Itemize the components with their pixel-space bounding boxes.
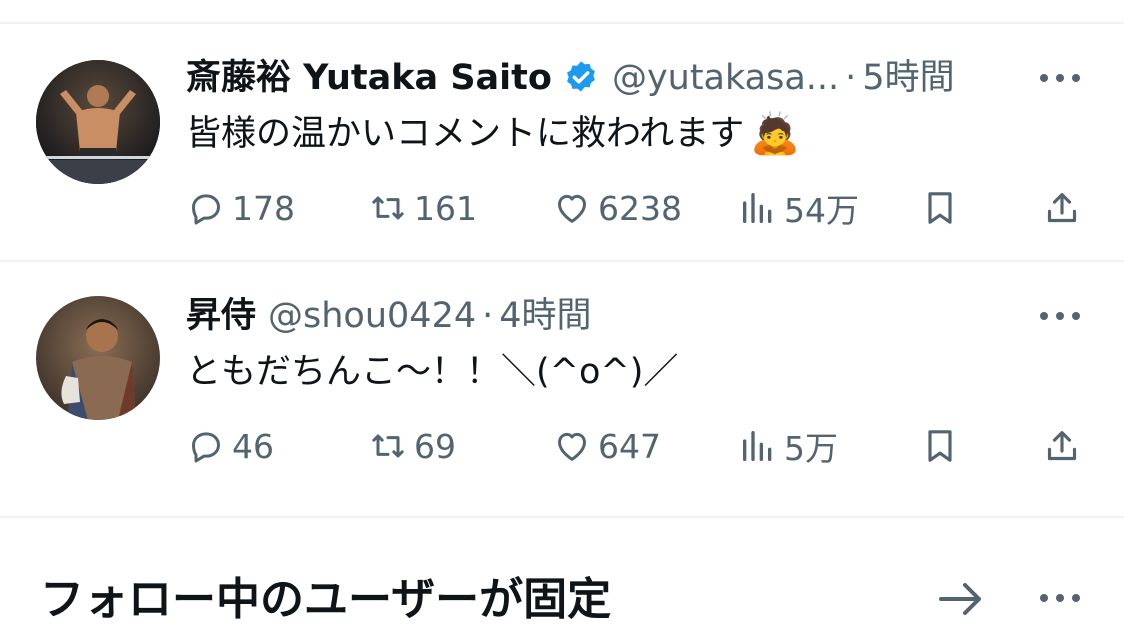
retweet-count: 69 (414, 426, 456, 466)
section-divider (0, 516, 1124, 518)
reply-icon (192, 194, 220, 225)
tweet-text: 皆様の温かいコメントに救われます 🙇 (186, 110, 800, 158)
timestamp[interactable]: 5時間 (862, 54, 954, 102)
verified-badge-icon (562, 59, 600, 97)
reply-count: 46 (232, 426, 274, 466)
tweet-actions: 178 161 6238 54万 (186, 184, 1086, 232)
section-more-button[interactable] (1036, 578, 1084, 618)
retweet-icon (372, 434, 404, 458)
reply-button[interactable]: 46 (186, 422, 274, 470)
reply-count: 178 (232, 188, 295, 228)
bowing-emoji-icon: 🙇 (750, 111, 801, 157)
avatar-photo-icon (36, 60, 160, 184)
section-arrow-button[interactable] (934, 575, 988, 623)
bookmark-button[interactable] (920, 422, 966, 470)
bookmark-button[interactable] (920, 184, 966, 232)
arrow-right-icon (939, 583, 981, 615)
like-button[interactable]: 647 (552, 422, 661, 470)
handle[interactable]: @yutakasa... (612, 54, 839, 102)
heart-icon (558, 432, 586, 461)
retweet-button[interactable]: 161 (368, 184, 477, 232)
tweet-1[interactable]: 斎藤裕 Yutaka Saito @yutakasa... · 5時間 皆様の温… (0, 24, 1124, 260)
share-button[interactable] (1042, 422, 1088, 470)
tweet-2[interactable]: 昇侍 @shou0424 · 4時間 ともだちんこ～！！＼(^o^)／ 46 6… (0, 262, 1124, 516)
like-count: 647 (598, 426, 661, 466)
views-button[interactable]: 5万 (738, 422, 838, 470)
tweet-actions: 46 69 647 5万 (186, 422, 1086, 470)
pinned-section-title: フォロー中のユーザーが固定 (40, 574, 612, 625)
more-dots-icon (1040, 594, 1080, 602)
display-name[interactable]: 昇侍 (186, 292, 256, 340)
reply-button[interactable]: 178 (186, 184, 295, 232)
share-icon (1047, 431, 1077, 461)
tweet-header: 斎藤裕 Yutaka Saito @yutakasa... · 5時間 (186, 54, 955, 102)
heart-icon (558, 194, 586, 223)
views-chart-icon (743, 431, 772, 461)
handle[interactable]: @shou0424 (268, 292, 476, 340)
retweet-count: 161 (414, 188, 477, 228)
retweet-icon (372, 196, 404, 220)
display-name[interactable]: 斎藤裕 Yutaka Saito (186, 54, 552, 102)
share-icon (1047, 193, 1077, 223)
like-button[interactable]: 6238 (552, 184, 682, 232)
share-button[interactable] (1042, 184, 1088, 232)
reply-icon (192, 432, 220, 463)
view-count: 54万 (784, 191, 859, 230)
tweet-text-content: 皆様の温かいコメントに救われます (186, 114, 745, 154)
timestamp[interactable]: 4時間 (499, 292, 591, 340)
bookmark-icon (928, 192, 952, 224)
avatar[interactable] (36, 296, 160, 420)
views-button[interactable]: 54万 (738, 184, 859, 232)
bookmark-icon (928, 430, 952, 462)
separator-dot: · (482, 296, 494, 336)
like-count: 6238 (598, 188, 682, 228)
more-dots-icon (1040, 312, 1080, 320)
tweet-header: 昇侍 @shou0424 · 4時間 (186, 292, 592, 340)
tweet-text-content: ともだちんこ～！！＼(^o^)／ (186, 352, 679, 392)
avatar[interactable] (36, 60, 160, 184)
more-options-button[interactable] (1036, 58, 1084, 98)
view-count: 5万 (784, 429, 838, 468)
avatar-photo-icon (36, 296, 160, 420)
views-chart-icon (743, 193, 772, 223)
more-dots-icon (1040, 74, 1080, 82)
retweet-button[interactable]: 69 (368, 422, 456, 470)
separator-dot: · (845, 58, 857, 98)
tweet-text: ともだちんこ～！！＼(^o^)／ (186, 348, 678, 396)
more-options-button[interactable] (1036, 296, 1084, 336)
